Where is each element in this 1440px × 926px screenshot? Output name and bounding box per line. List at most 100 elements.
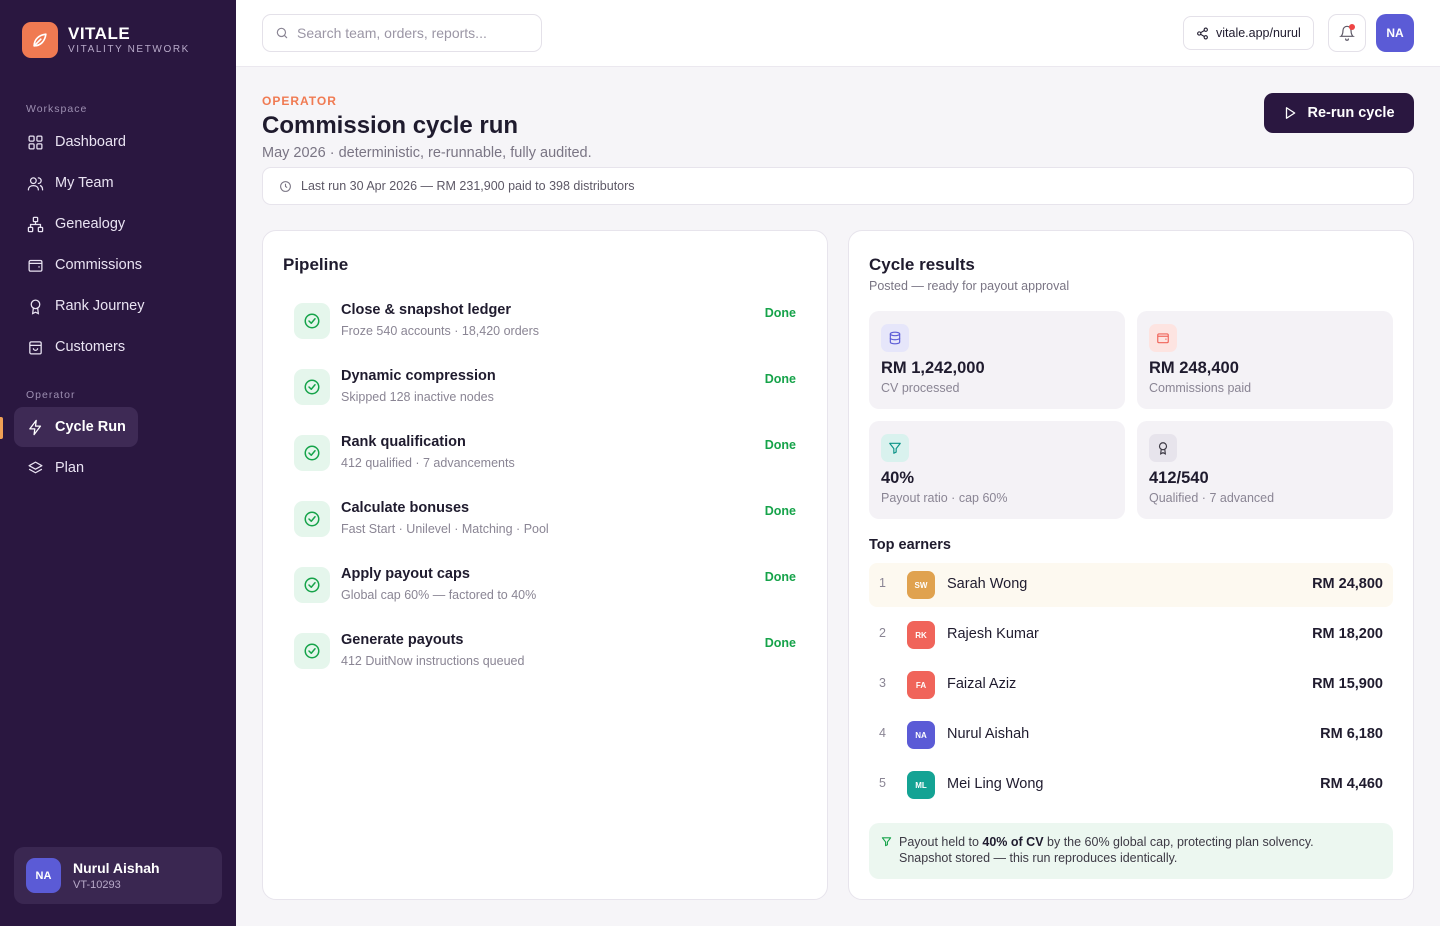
- sidebar-item-label: Genealogy: [55, 216, 126, 232]
- stat-label: CV processed: [881, 381, 960, 395]
- earner-rank: 1: [879, 576, 886, 590]
- pipeline-step: Rank qualification 412 qualified · 7 adv…: [294, 434, 796, 474]
- sidebar-item-plan[interactable]: Plan: [14, 448, 96, 488]
- step-title: Rank qualification: [341, 434, 466, 450]
- share-link-button[interactable]: vitale.app/nurul: [1183, 16, 1314, 50]
- sidebar-item-label: Commissions: [55, 257, 143, 273]
- layers-icon: [26, 459, 44, 477]
- earner-name: Rajesh Kumar: [947, 626, 1039, 642]
- cycle-results-card: Cycle results Posted — ready for payout …: [848, 230, 1414, 900]
- user-id: VT-10293: [73, 879, 121, 891]
- rerun-label: Re-run cycle: [1307, 105, 1395, 121]
- filter-icon: [881, 836, 892, 847]
- status-badge: Done: [764, 438, 796, 452]
- step-subtitle: Global cap 60% — factored to 40%: [341, 588, 537, 602]
- top-earners-heading: Top earners: [869, 537, 951, 553]
- search-input[interactable]: [297, 25, 517, 41]
- note-text-pre: Payout held to: [899, 835, 983, 849]
- pipeline-step: Calculate bonuses Fast Start · Unilevel …: [294, 500, 796, 540]
- sidebar-item-customers[interactable]: Customers: [14, 327, 137, 367]
- stat-cv-processed: RM 1,242,000 CV processed: [869, 311, 1125, 409]
- step-title: Calculate bonuses: [341, 500, 470, 516]
- status-badge: Done: [764, 306, 796, 320]
- active-indicator: [0, 417, 3, 439]
- note-text-bold: 40% of CV: [982, 835, 1044, 849]
- sidebar-item-dashboard[interactable]: Dashboard: [14, 122, 138, 162]
- wallet-icon: [1149, 324, 1177, 352]
- avatar: ML: [907, 771, 935, 799]
- award-icon: [26, 297, 44, 315]
- rerun-cycle-button[interactable]: Re-run cycle: [1264, 93, 1414, 133]
- sidebar-item-genealogy[interactable]: Genealogy: [14, 204, 137, 244]
- sidebar-item-commissions[interactable]: Commissions: [14, 245, 154, 285]
- stat-value: 412/540: [1149, 469, 1209, 487]
- earner-row[interactable]: 1 SW Sarah Wong RM 24,800: [869, 563, 1393, 607]
- pipeline-step: Close & snapshot ledger Froze 540 accoun…: [294, 302, 796, 342]
- earner-rank: 3: [879, 676, 886, 690]
- brand-name: VITALE: [68, 24, 131, 43]
- stat-label: Qualified · 7 advanced: [1149, 491, 1275, 505]
- earner-amount: RM 15,900: [1312, 676, 1383, 692]
- clock-icon: [279, 180, 292, 193]
- step-title: Dynamic compression: [341, 368, 496, 384]
- earner-row[interactable]: 5 ML Mei Ling Wong RM 4,460: [869, 763, 1393, 807]
- results-subtitle: Posted — ready for payout approval: [869, 279, 1070, 293]
- earner-name: Mei Ling Wong: [947, 776, 1044, 792]
- step-subtitle: Skipped 128 inactive nodes: [341, 390, 494, 404]
- stat-payout-ratio: 40% Payout ratio · cap 60%: [869, 421, 1125, 519]
- user-card[interactable]: NA Nurul Aishah VT-10293: [14, 847, 222, 904]
- check-circle-icon: [294, 369, 330, 405]
- database-icon: [881, 324, 909, 352]
- earner-row[interactable]: 3 FA Faizal Aziz RM 15,900: [869, 663, 1393, 707]
- sidebar-item-cycle-run[interactable]: Cycle Run: [14, 407, 138, 447]
- search-box[interactable]: [262, 14, 542, 52]
- brand-subtitle: VITALITY NETWORK: [68, 44, 190, 55]
- users-icon: [26, 174, 44, 192]
- note-text-post: by the 60% global cap, protecting plan s…: [1043, 835, 1314, 849]
- play-icon: [1283, 106, 1297, 120]
- step-subtitle: Froze 540 accounts · 18,420 orders: [341, 324, 540, 338]
- pipeline-step: Dynamic compression Skipped 128 inactive…: [294, 368, 796, 408]
- share-link-label: vitale.app/nurul: [1216, 26, 1301, 40]
- user-name: Nurul Aishah: [73, 860, 160, 876]
- sidebar-item-label: Cycle Run: [55, 419, 126, 435]
- earner-rank: 5: [879, 776, 886, 790]
- status-badge: Done: [764, 636, 796, 650]
- sidebar-item-label: Customers: [55, 339, 126, 355]
- avatar: SW: [907, 571, 935, 599]
- stat-commissions-paid: RM 248,400 Commissions paid: [1137, 311, 1393, 409]
- earner-name: Nurul Aishah: [947, 726, 1030, 742]
- stat-value: 40%: [881, 469, 915, 487]
- sidebar: VITALE VITALITY NETWORK Workspace Dashbo…: [0, 0, 236, 926]
- status-badge: Done: [764, 570, 796, 584]
- payout-cap-note: Payout held to 40% of CV by the 60% glob…: [869, 823, 1393, 879]
- earner-name: Faizal Aziz: [947, 676, 1017, 692]
- check-circle-icon: [294, 633, 330, 669]
- notifications-button[interactable]: [1328, 14, 1366, 52]
- brand[interactable]: VITALE VITALITY NETWORK: [22, 22, 190, 58]
- earner-row[interactable]: 2 RK Rajesh Kumar RM 18,200: [869, 613, 1393, 657]
- results-title: Cycle results: [869, 255, 975, 274]
- earner-row[interactable]: 4 NA Nurul Aishah RM 6,180: [869, 713, 1393, 757]
- check-circle-icon: [294, 567, 330, 603]
- earner-amount: RM 24,800: [1312, 576, 1383, 592]
- pipeline-step: Apply payout caps Global cap 60% — facto…: [294, 566, 796, 606]
- sidebar-item-rank-journey[interactable]: Rank Journey: [14, 286, 156, 326]
- earner-name: Sarah Wong: [947, 576, 1028, 592]
- operator-section-label: Operator: [26, 389, 76, 401]
- earner-amount: RM 6,180: [1320, 726, 1383, 742]
- pipeline-card: Pipeline Close & snapshot ledger Froze 5…: [262, 230, 828, 900]
- leaf-logo-icon: [22, 22, 58, 58]
- sidebar-item-label: Plan: [55, 460, 85, 476]
- page-eyebrow: OPERATOR: [262, 94, 337, 108]
- sidebar-item-label: Dashboard: [55, 134, 126, 150]
- status-badge: Done: [764, 372, 796, 386]
- search-icon: [275, 26, 289, 40]
- last-run-banner: Last run 30 Apr 2026 — RM 231,900 paid t…: [262, 167, 1414, 205]
- earner-amount: RM 18,200: [1312, 626, 1383, 642]
- avatar[interactable]: NA: [1376, 14, 1414, 52]
- page-subtitle: May 2026 · deterministic, re-runnable, f…: [262, 145, 592, 161]
- status-badge: Done: [764, 504, 796, 518]
- stat-value: RM 248,400: [1149, 359, 1239, 377]
- sidebar-item-my-team[interactable]: My Team: [14, 163, 126, 203]
